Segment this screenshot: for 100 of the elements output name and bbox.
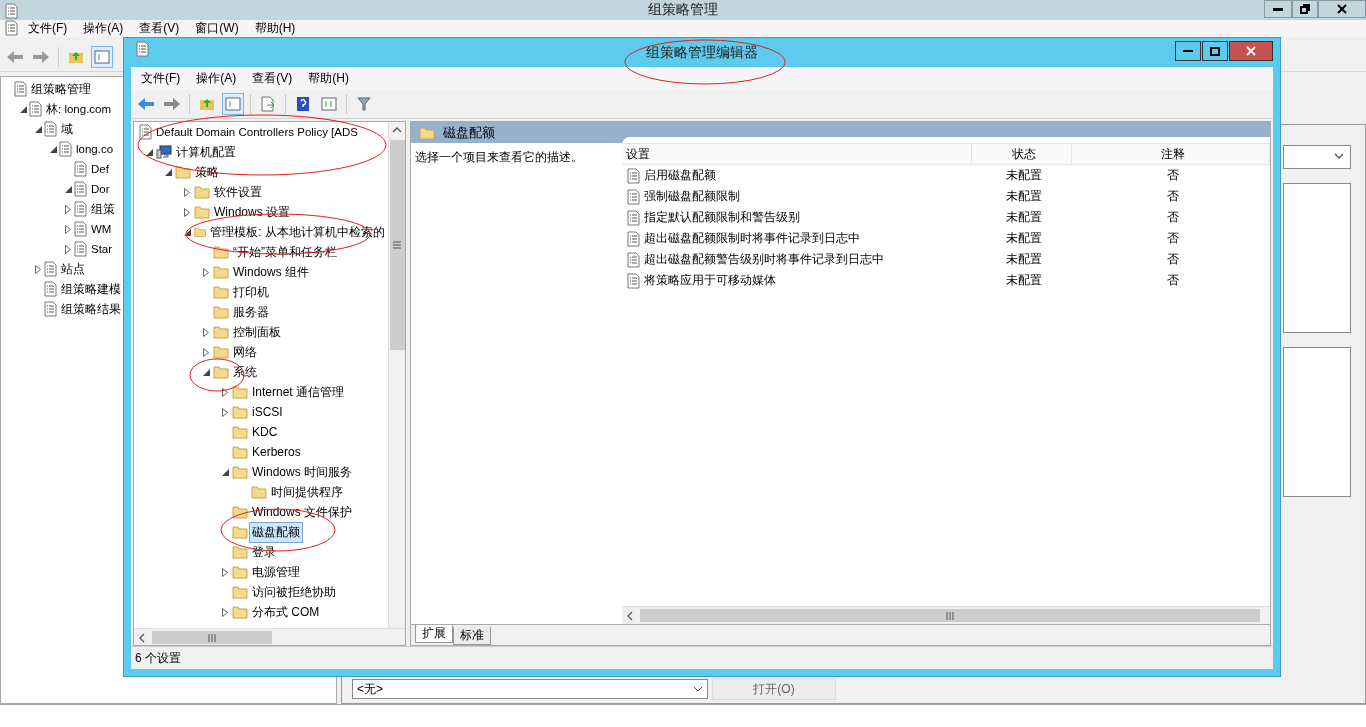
- setting-icon: [626, 272, 640, 289]
- scrollbar-thumb[interactable]: [389, 140, 405, 350]
- collapse-arrow-icon[interactable]: [164, 168, 172, 176]
- policy-icon: [138, 124, 152, 140]
- tree-item[interactable]: 软件设置: [211, 181, 265, 203]
- tree-item[interactable]: WM: [88, 221, 115, 237]
- menu-item[interactable]: 查看(V): [246, 70, 299, 87]
- tree-item[interactable]: 磁盘配额: [249, 521, 303, 543]
- expand-arrow-icon[interactable]: [222, 607, 228, 617]
- minimize-button[interactable]: [1264, 0, 1292, 18]
- tree-item[interactable]: 组策略管理: [28, 79, 94, 99]
- column-header[interactable]: 注释: [1072, 144, 1270, 164]
- tree-item[interactable]: 电源管理: [249, 561, 303, 583]
- menu-item[interactable]: 操作(A): [77, 20, 130, 37]
- tree-item[interactable]: Def: [88, 161, 112, 177]
- menu-item[interactable]: 帮助(H): [248, 20, 302, 37]
- tree-toggle-button[interactable]: [91, 46, 113, 68]
- close-icon: [1337, 4, 1347, 14]
- tree-item[interactable]: 计算机配置: [173, 141, 239, 163]
- computer-icon: [156, 145, 172, 159]
- up-folder-icon: [68, 50, 84, 64]
- folder-icon: [232, 405, 248, 419]
- tree-item[interactable]: KDC: [249, 423, 281, 441]
- restore-button[interactable]: [1292, 0, 1318, 18]
- console-icon: [43, 121, 57, 137]
- collapse-arrow-icon[interactable]: [221, 468, 229, 476]
- scrollbar-thumb[interactable]: [152, 631, 272, 644]
- tree-item[interactable]: Kerberos: [249, 443, 304, 461]
- expand-arrow-icon[interactable]: [35, 264, 41, 274]
- tree-item[interactable]: Windows 时间服务: [249, 461, 355, 483]
- collapse-arrow-icon[interactable]: [19, 105, 27, 113]
- tree-item[interactable]: Default Domain Controllers Policy [ADS: [153, 124, 361, 140]
- tree-item[interactable]: Internet 通信管理: [249, 381, 348, 403]
- folder-icon: [213, 245, 229, 259]
- console-icon: [43, 281, 57, 297]
- tree-item[interactable]: 服务器: [230, 301, 272, 323]
- pane-icon: [225, 97, 241, 111]
- back-arrow-icon: [137, 97, 155, 111]
- collapse-arrow-icon[interactable]: [34, 125, 42, 133]
- tree-item[interactable]: Dor: [88, 181, 113, 197]
- forward-arrow-icon: [163, 97, 181, 111]
- tree-item[interactable]: 组策略结果: [58, 299, 124, 319]
- table-cell-text: 否: [1166, 188, 1180, 205]
- tree-item[interactable]: iSCSI: [249, 403, 286, 421]
- console-icon: [73, 221, 87, 237]
- close-button[interactable]: [1229, 41, 1273, 61]
- menu-item[interactable]: 查看(V): [133, 20, 186, 37]
- menu-item[interactable]: 操作(A): [190, 70, 243, 87]
- expand-arrow-icon[interactable]: [203, 267, 209, 277]
- menu-item[interactable]: 帮助(H): [302, 70, 355, 87]
- collapse-arrow-icon[interactable]: [145, 148, 153, 156]
- setting-name: 将策略应用于可移动媒体: [644, 272, 776, 289]
- collapse-arrow-icon[interactable]: [64, 185, 72, 193]
- tree-toggle-button[interactable]: [222, 93, 244, 115]
- tree-item[interactable]: Windows 设置: [211, 201, 293, 223]
- minimize-icon: [1183, 49, 1193, 53]
- open-button[interactable]: 打开(O): [712, 678, 836, 700]
- tree-item[interactable]: 时间提供程序: [268, 481, 346, 503]
- dropdown-field[interactable]: [1283, 145, 1351, 169]
- maximize-button[interactable]: [1202, 41, 1228, 61]
- tree-item[interactable]: 组策略建模: [58, 279, 124, 299]
- tree-item[interactable]: Windows 组件: [230, 261, 312, 283]
- collapse-arrow-icon[interactable]: [183, 228, 191, 236]
- console-icon: [73, 201, 87, 217]
- tree-item[interactable]: 域: [58, 119, 76, 139]
- view-tab[interactable]: 扩展: [415, 625, 453, 643]
- column-header[interactable]: 设置: [622, 144, 972, 164]
- scrollbar-thumb[interactable]: [640, 609, 1260, 622]
- menu-item[interactable]: 文件(F): [135, 70, 187, 87]
- table-cell-text: 未配置: [1005, 209, 1043, 226]
- table-cell-text: 未配置: [1005, 188, 1043, 205]
- tree-item[interactable]: 访问被拒绝协助: [249, 581, 339, 603]
- folder-icon: [213, 325, 229, 339]
- tree-item[interactable]: 网络: [230, 341, 260, 363]
- menu-item[interactable]: 窗口(W): [189, 20, 245, 37]
- tree-item[interactable]: 管理模板: 从本地计算机中检索的: [207, 221, 388, 243]
- tree-item[interactable]: 组策: [88, 199, 118, 219]
- menu-item[interactable]: 文件(F): [22, 20, 74, 37]
- tree-item[interactable]: 打印机: [230, 281, 272, 303]
- tree-item[interactable]: Star: [88, 241, 116, 257]
- close-button[interactable]: [1318, 0, 1366, 18]
- tree-item[interactable]: long.co: [73, 141, 117, 157]
- collapse-arrow-icon[interactable]: [49, 145, 57, 153]
- filter-select[interactable]: <无>: [352, 679, 708, 699]
- view-tab[interactable]: 标准: [453, 627, 491, 645]
- minimize-icon: [1273, 7, 1283, 11]
- tree-item[interactable]: 控制面板: [230, 321, 284, 343]
- tree-item[interactable]: 分布式 COM: [249, 601, 323, 623]
- setting-name: 强制磁盘配额限制: [644, 188, 740, 205]
- table-cell-text: 否: [1166, 209, 1180, 226]
- collapse-arrow-icon[interactable]: [202, 368, 210, 376]
- folder-icon: [194, 225, 207, 239]
- expand-arrow-icon[interactable]: [222, 567, 228, 577]
- minimize-button[interactable]: [1175, 41, 1201, 61]
- tree-item[interactable]: 林: long.com: [43, 99, 115, 119]
- tree-item[interactable]: 系统: [230, 361, 260, 383]
- column-header[interactable]: 状态: [972, 144, 1072, 164]
- table-cell-text: 未配置: [1005, 230, 1043, 247]
- tree-item[interactable]: 站点: [58, 259, 88, 279]
- export-icon: [260, 96, 276, 112]
